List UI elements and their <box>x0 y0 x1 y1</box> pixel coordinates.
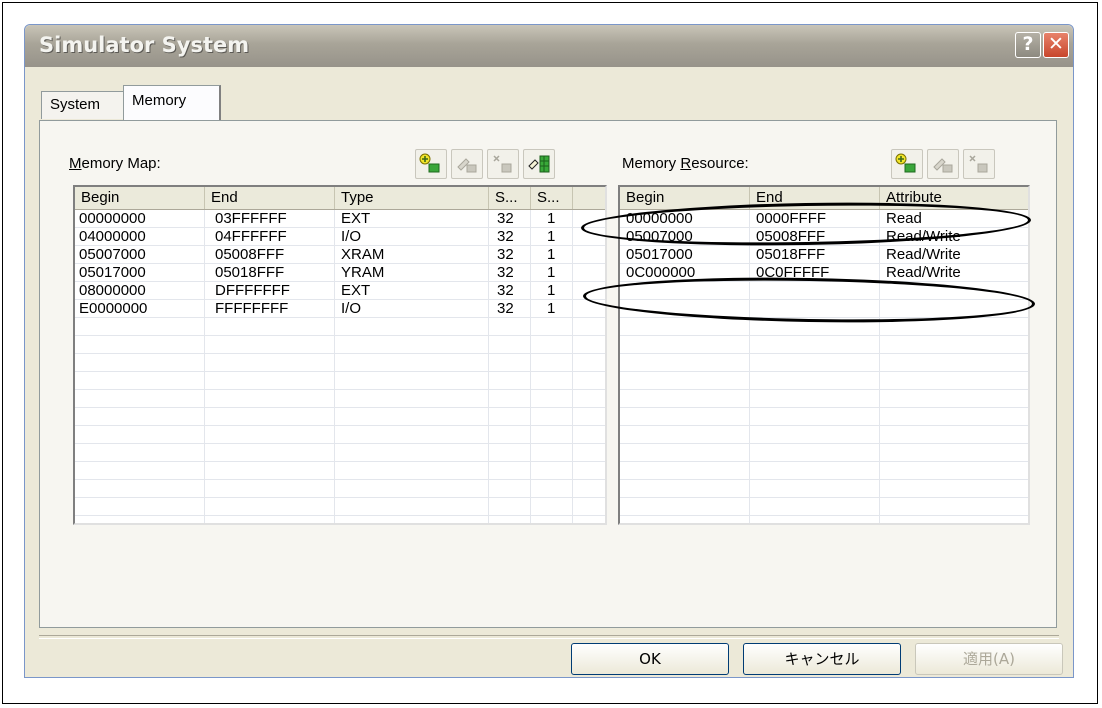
table-row[interactable]: 05017000 05018FFF YRAM 32 1 <box>75 264 605 282</box>
memory-map-rows: 00000000 03FFFFFF EXT 32 1 04000000 04FFFFFF I… <box>75 210 605 523</box>
empty-row <box>620 498 1028 516</box>
ok-button[interactable]: OK <box>571 643 729 675</box>
empty-row <box>75 462 605 480</box>
add-icon <box>895 153 916 173</box>
col-state[interactable]: S... <box>531 187 573 209</box>
help-button[interactable]: ? <box>1015 32 1041 58</box>
col-begin[interactable]: Begin <box>75 187 205 209</box>
map-add-button[interactable] <box>415 149 447 179</box>
empty-row <box>75 444 605 462</box>
table-row[interactable]: 05007000 05008FFF XRAM 32 1 <box>75 246 605 264</box>
memory-resource-label: Memory Resource: <box>622 155 749 172</box>
window-title: Simulator System <box>39 33 250 57</box>
map-delete-button[interactable] <box>487 149 519 179</box>
close-button[interactable]: ✕ <box>1043 32 1069 58</box>
col-type[interactable]: Type <box>335 187 489 209</box>
empty-row <box>75 498 605 516</box>
resource-add-button[interactable] <box>891 149 923 179</box>
empty-row <box>75 372 605 390</box>
table-row[interactable]: 04000000 04FFFFFF I/O 32 1 <box>75 228 605 246</box>
edit-icon <box>933 158 953 173</box>
table-row[interactable]: 05017000 05018FFF Read/Write <box>620 246 1028 264</box>
table-row[interactable]: 00000000 03FFFFFF EXT 32 1 <box>75 210 605 228</box>
verify-icon <box>528 155 550 173</box>
empty-row <box>620 462 1028 480</box>
empty-row <box>75 318 605 336</box>
simulator-system-dialog: Simulator System ? ✕ System Memory Memor… <box>24 24 1074 678</box>
apply-button[interactable]: 適用(A) <box>915 643 1063 675</box>
empty-row <box>620 372 1028 390</box>
empty-row <box>620 480 1028 498</box>
add-icon <box>419 153 440 173</box>
empty-row <box>75 426 605 444</box>
empty-row <box>75 408 605 426</box>
memory-map-header: Begin End Type S... S... <box>75 187 605 210</box>
empty-row <box>75 354 605 372</box>
empty-row <box>620 426 1028 444</box>
map-verify-button[interactable] <box>523 149 555 179</box>
button-separator <box>39 635 1059 639</box>
edit-icon <box>457 158 477 173</box>
delete-icon <box>969 155 988 173</box>
empty-row <box>75 390 605 408</box>
col-size[interactable]: S... <box>489 187 531 209</box>
empty-row <box>620 444 1028 462</box>
tab-memory[interactable]: Memory <box>123 85 221 121</box>
delete-icon <box>493 155 512 173</box>
empty-row <box>620 336 1028 354</box>
memory-map-list[interactable]: Begin End Type S... S... 00000000 03FFFFF… <box>73 185 607 525</box>
empty-row <box>620 354 1028 372</box>
empty-row <box>620 390 1028 408</box>
resource-edit-button[interactable] <box>927 149 959 179</box>
memory-map-label: Memory Map: <box>69 155 161 172</box>
title-bar[interactable]: Simulator System ? ✕ <box>25 25 1073 67</box>
empty-row <box>620 408 1028 426</box>
resource-delete-button[interactable] <box>963 149 995 179</box>
empty-row <box>75 336 605 354</box>
tab-system[interactable]: System <box>41 91 125 119</box>
table-row[interactable]: E0000000 FFFFFFFF I/O 32 1 <box>75 300 605 318</box>
memory-resource-rows: 00000000 0000FFFF Read 05007000 05008FFF Rea… <box>620 210 1028 523</box>
empty-row <box>75 480 605 498</box>
col-end[interactable]: End <box>205 187 335 209</box>
map-edit-button[interactable] <box>451 149 483 179</box>
table-row[interactable]: 08000000 DFFFFFFF EXT 32 1 <box>75 282 605 300</box>
cancel-button[interactable]: キャンセル <box>743 643 901 675</box>
